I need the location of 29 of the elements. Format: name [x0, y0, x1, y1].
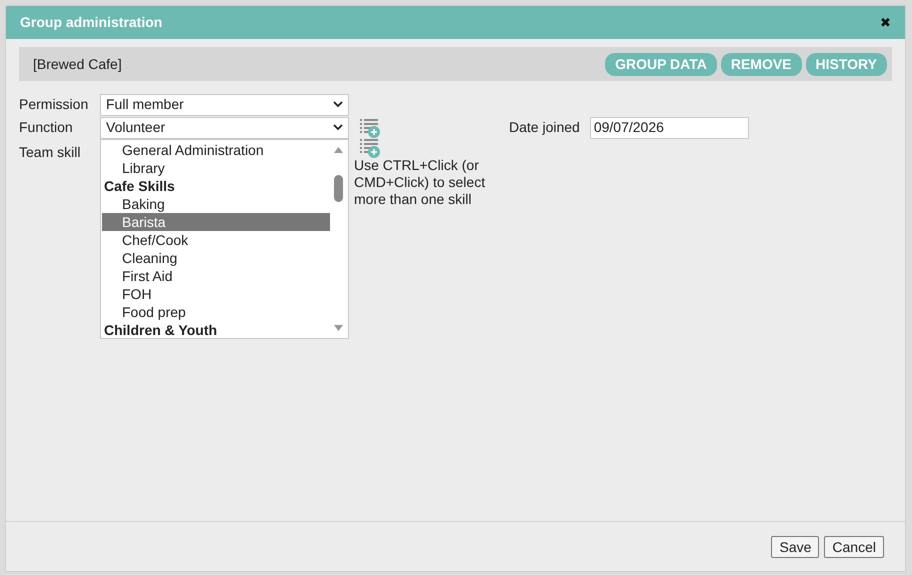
skill-option[interactable]: Library [102, 159, 330, 177]
skill-option[interactable]: Baking [102, 195, 330, 213]
skill-option[interactable]: Food prep [102, 303, 330, 321]
skill-option[interactable]: Barista [102, 213, 330, 231]
skill-option[interactable]: General Administration [102, 141, 330, 159]
chevron-down-icon [333, 124, 343, 131]
skill-option[interactable]: First Aid [102, 267, 330, 285]
function-select[interactable]: Volunteer [100, 116, 349, 138]
footer-button[interactable]: Save [771, 536, 820, 558]
team-skill-listbox[interactable]: General Administration Library Cafe Skills Baking Barista Chef/Cook Cleaning First Aid FOH Food prep Children & Youth [100, 139, 349, 339]
field-label: Team skill [19, 143, 82, 162]
field-label: Date joined [509, 118, 580, 137]
dialog-title: Group administration [20, 13, 162, 32]
field-label: Function [19, 118, 74, 137]
footer-button[interactable]: Cancel [824, 536, 884, 558]
date-joined-field[interactable]: 09/07/2026 [590, 116, 749, 138]
skill-option[interactable]: FOH [102, 285, 330, 303]
skill-option[interactable]: Cleaning [102, 249, 330, 267]
multi-select-hint: Use CTRL+Click (or CMD+Click) to select more than one skill [354, 157, 486, 208]
chevron-down-icon [333, 101, 343, 108]
close-button[interactable]: ✖ [880, 12, 891, 32]
list-add-icon[interactable] [360, 138, 380, 158]
group-name: [Brewed Cafe] [33, 54, 122, 74]
field-label: Permission [19, 95, 90, 114]
skill-option[interactable]: Chef/Cook [102, 231, 330, 249]
permission-select[interactable]: Full member [100, 94, 349, 116]
option-group-label: Cafe Skills [103, 177, 176, 195]
option-group-label: Children & Youth [103, 321, 218, 339]
list-add-icon[interactable] [360, 118, 380, 138]
